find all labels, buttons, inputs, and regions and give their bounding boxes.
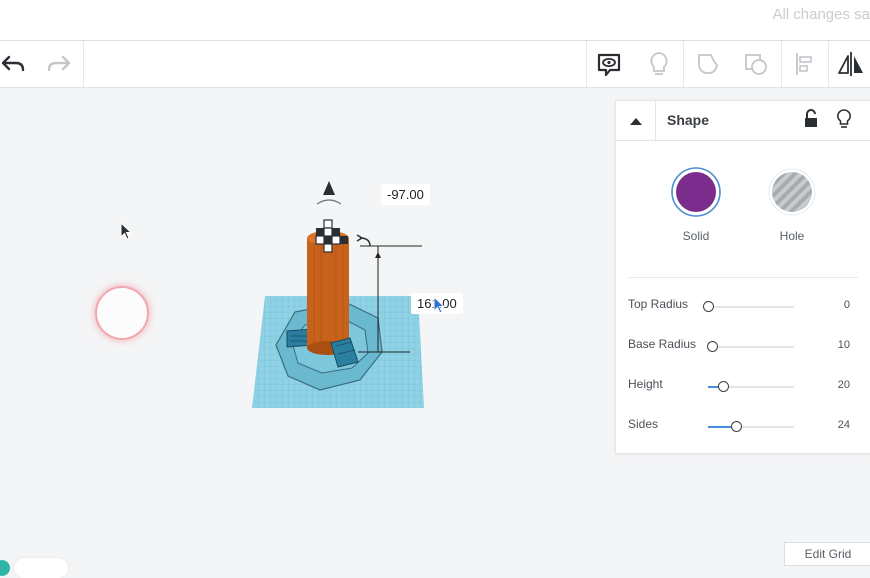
hole-option[interactable]: Hole: [762, 166, 822, 243]
toolbar-separator: [83, 41, 84, 87]
rotate-handle[interactable]: [356, 234, 371, 247]
mirror-button[interactable]: [828, 41, 870, 87]
property-sides: Sides 24: [628, 417, 858, 437]
lift-arrow-handle[interactable]: [316, 181, 342, 205]
redo-button[interactable]: [36, 41, 82, 87]
click-indicator: [95, 286, 149, 340]
show-hide-button[interactable]: [636, 41, 682, 87]
panel-title: Shape: [667, 112, 710, 128]
property-label: Top Radius: [628, 297, 689, 311]
panel-header: Shape: [616, 101, 870, 141]
toolbar-separator: [683, 41, 684, 87]
workplane-scene: [252, 181, 424, 408]
help-bubble[interactable]: [0, 560, 10, 576]
hole-label: Hole: [779, 229, 805, 243]
unlock-icon[interactable]: [803, 109, 819, 129]
lightbulb-icon: [650, 52, 668, 75]
blue-pointer-icon: [433, 296, 446, 314]
save-status-text: All changes sa: [772, 6, 870, 23]
edit-grid-button[interactable]: Edit Grid: [784, 542, 870, 566]
slider-knob[interactable]: [703, 301, 714, 312]
top-radius-slider[interactable]: [703, 301, 794, 312]
ungroup-shape-icon: [745, 54, 767, 75]
hole-swatch: [768, 168, 816, 216]
sides-slider[interactable]: [708, 421, 794, 432]
group-shape-icon: [698, 54, 718, 74]
slider-knob[interactable]: [731, 421, 743, 432]
ungroup-button[interactable]: [733, 41, 779, 87]
redo-arrow-icon: [47, 55, 71, 72]
collapse-panel-button[interactable]: [616, 101, 656, 140]
lightbulb-icon[interactable]: [836, 108, 852, 130]
caret-up-icon: [629, 117, 642, 125]
workplane-viewport[interactable]: -97.00 161.00: [0, 88, 610, 572]
dimension-label-elevation[interactable]: -97.00: [381, 184, 430, 205]
solid-swatch: [671, 167, 721, 217]
toolbar: [0, 41, 870, 88]
undo-arrow-icon: [1, 55, 25, 72]
mouse-pointer-icon: [120, 222, 133, 240]
align-button[interactable]: [781, 41, 827, 87]
notes-button[interactable]: [586, 41, 632, 87]
base-radius-slider[interactable]: [707, 341, 794, 352]
property-base-radius: Base Radius 10: [628, 337, 858, 357]
property-label: Sides: [628, 417, 659, 431]
view-control[interactable]: [14, 558, 68, 578]
property-value[interactable]: 20: [838, 379, 850, 391]
property-value[interactable]: 24: [838, 419, 850, 431]
panel-divider: [628, 277, 858, 278]
mirror-icon: [838, 52, 863, 76]
group-button[interactable]: [685, 41, 731, 87]
solid-label: Solid: [682, 229, 710, 243]
top-bar: All changes sa: [0, 0, 870, 41]
height-slider[interactable]: [708, 381, 794, 392]
undo-button[interactable]: [0, 41, 36, 87]
solid-option[interactable]: Solid: [666, 166, 726, 243]
property-height: Height 20: [628, 377, 858, 397]
property-label: Base Radius: [628, 337, 697, 351]
property-top-radius: Top Radius 0: [628, 297, 858, 317]
slider-knob[interactable]: [707, 341, 719, 352]
property-label: Height: [628, 377, 663, 391]
slider-knob[interactable]: [718, 381, 730, 392]
align-icon: [796, 53, 812, 75]
property-value[interactable]: 10: [838, 339, 850, 351]
shape-inspector-panel: Shape Solid Hole Top Radius 0 Base Radiu…: [615, 100, 870, 454]
note-eye-icon: [597, 53, 621, 77]
property-value[interactable]: 0: [844, 299, 850, 311]
